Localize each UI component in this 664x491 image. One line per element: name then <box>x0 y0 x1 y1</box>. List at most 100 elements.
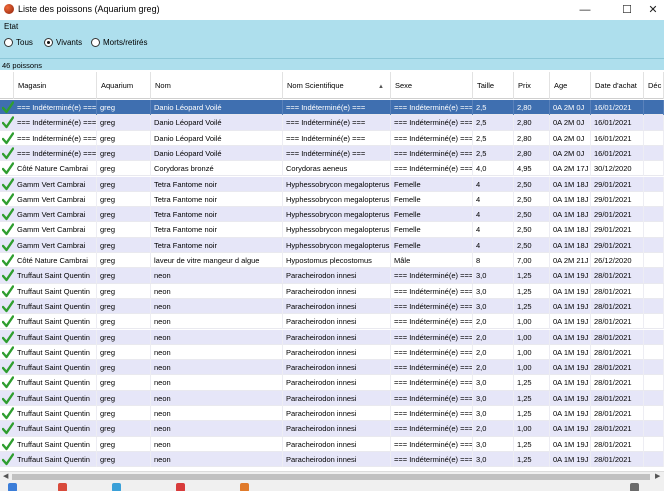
table-row[interactable]: Truffaut Saint Quentin greg neon Paracheiro… <box>0 375 664 391</box>
table-cell: greg <box>97 436 151 452</box>
column-header[interactable]: Magasin <box>14 72 97 99</box>
table-cell: 0A 2M 21J <box>550 253 591 268</box>
table-cell: 1,00 <box>514 329 550 345</box>
table-row[interactable]: === Indéterminé(e) === greg Danio Léopard … <box>0 145 664 162</box>
table-row[interactable]: Côté Nature Cambrai greg Corydoras bronzé C… <box>0 161 664 177</box>
move-button[interactable] <box>240 483 249 491</box>
table-cell: greg <box>97 298 151 314</box>
table-row[interactable]: Truffaut Saint Quentin greg neon Paracheiro… <box>0 329 664 345</box>
column-header-label: Prix <box>518 81 531 90</box>
alive-checkmark-icon <box>2 254 14 267</box>
table-row[interactable]: Gamm Vert Cambrai greg Tetra Fantome noir H… <box>0 191 664 208</box>
table-cell <box>644 421 664 437</box>
column-header[interactable]: Déc <box>644 72 664 99</box>
table-row[interactable]: Truffaut Saint Quentin greg neon Paracheiro… <box>0 421 664 437</box>
table-row[interactable]: Truffaut Saint Quentin greg neon Paracheiro… <box>0 298 664 315</box>
table-cell: 0A 1M 19J <box>550 436 591 452</box>
table-cell: 3,0 <box>473 283 514 299</box>
table-cell: 0A 1M 19J <box>550 268 591 284</box>
table-cell: Truffaut Saint Quentin <box>14 436 97 452</box>
table-cell: Gamm Vert Cambrai <box>14 222 97 238</box>
table-cell: 28/01/2021 <box>591 360 644 376</box>
table-cell: Corydoras bronzé <box>151 161 283 177</box>
table-cell: greg <box>97 268 151 284</box>
table-cell: 1,25 <box>514 283 550 299</box>
add-button[interactable] <box>8 483 17 491</box>
table-cell <box>644 436 664 452</box>
horizontal-scrollbar[interactable]: ◀ ▶ <box>0 471 664 481</box>
table-cell: 2,80 <box>514 130 550 146</box>
scrollbar-thumb[interactable] <box>12 474 650 480</box>
table-cell: 0A 1M 19J <box>550 298 591 314</box>
table-row[interactable]: Truffaut Saint Quentin greg neon Paracheiro… <box>0 390 664 406</box>
table-cell: Paracheirodon innesi <box>283 375 391 391</box>
table-row[interactable]: === Indéterminé(e) === greg Danio Léopard … <box>0 100 664 116</box>
table-cell: 28/01/2021 <box>591 298 644 314</box>
alive-checkmark-icon <box>2 407 14 420</box>
print-button[interactable] <box>630 483 639 491</box>
table-cell: 28/01/2021 <box>591 375 644 391</box>
details-button[interactable] <box>112 483 121 491</box>
table-cell: === Indéterminé(e) === <box>14 130 97 146</box>
delete-button[interactable] <box>176 483 185 491</box>
radio-vivants[interactable]: Vivants <box>44 38 82 47</box>
table-row[interactable]: Gamm Vert Cambrai greg Tetra Fantome noir H… <box>0 237 664 253</box>
table-cell: greg <box>97 375 151 391</box>
table-row[interactable]: Truffaut Saint Quentin greg neon Paracheiro… <box>0 360 664 376</box>
table-cell: 0A 2M 0J <box>550 145 591 161</box>
alive-checkmark-icon <box>2 437 14 450</box>
table-cell <box>644 375 664 391</box>
edit-button[interactable] <box>58 483 67 491</box>
table-cell: 0A 1M 19J <box>550 283 591 299</box>
header-status-column[interactable] <box>0 72 14 99</box>
table-row[interactable]: === Indéterminé(e) === greg Danio Léopard … <box>0 130 664 146</box>
radio-morts-retires[interactable]: Morts/retirés <box>91 38 147 47</box>
column-header[interactable]: Nom Scientifique ▲ <box>283 72 391 99</box>
table-row[interactable]: Côté Nature Cambrai greg laveur de vitre m… <box>0 253 664 269</box>
edit-icon <box>58 483 67 491</box>
column-header[interactable]: Date d'achat <box>591 72 644 99</box>
table-cell: 3,0 <box>473 268 514 284</box>
fish-app-icon <box>4 4 14 14</box>
table-row[interactable]: === Indéterminé(e) === greg Danio Léopard … <box>0 115 664 131</box>
table-cell: Truffaut Saint Quentin <box>14 421 97 437</box>
table-cell: === Indéterminé(e) === <box>391 268 473 284</box>
table-row[interactable]: Truffaut Saint Quentin greg neon Paracheiro… <box>0 314 664 330</box>
column-header[interactable]: Aquarium <box>97 72 151 99</box>
table-row[interactable]: Truffaut Saint Quentin greg neon Paracheiro… <box>0 451 664 468</box>
table-row[interactable]: Gamm Vert Cambrai greg Tetra Fantome noir H… <box>0 207 664 223</box>
table-row[interactable]: Truffaut Saint Quentin greg neon Paracheiro… <box>0 344 664 361</box>
table-row[interactable]: Gamm Vert Cambrai greg Tetra Fantome noir H… <box>0 222 664 238</box>
column-header[interactable]: Prix <box>514 72 550 99</box>
table-cell: === Indéterminé(e) === <box>283 145 391 161</box>
table-cell: 0A 1M 18J <box>550 191 591 207</box>
minimize-button[interactable]: — <box>570 0 600 20</box>
table-row[interactable]: Gamm Vert Cambrai greg Tetra Fantome noir H… <box>0 176 664 192</box>
column-header[interactable]: Age <box>550 72 591 99</box>
table-row[interactable]: Truffaut Saint Quentin greg neon Paracheiro… <box>0 436 664 452</box>
table-row[interactable]: Truffaut Saint Quentin greg neon Paracheiro… <box>0 268 664 284</box>
table-cell: 0A 1M 19J <box>550 344 591 360</box>
table-cell: === Indéterminé(e) === <box>14 115 97 131</box>
table-cell: 2,80 <box>514 145 550 161</box>
table-cell: 3,0 <box>473 406 514 421</box>
table-cell: 0A 2M 17J <box>550 161 591 177</box>
column-header[interactable]: Taille <box>473 72 514 99</box>
close-button[interactable]: ✕ <box>638 0 664 20</box>
table-cell: Côté Nature Cambrai <box>14 253 97 268</box>
column-header[interactable]: Sexe <box>391 72 473 99</box>
table-cell: 3,0 <box>473 436 514 452</box>
table-cell: 2,5 <box>473 115 514 131</box>
table-cell: Hyphessobrycon megalopterus <box>283 222 391 238</box>
table-cell: 28/01/2021 <box>591 406 644 421</box>
table-cell: neon <box>151 436 283 452</box>
table-cell: greg <box>97 314 151 330</box>
fish-table[interactable]: Magasin Aquarium Nom Nom Scientifique ▲ Sexe T… <box>0 72 664 471</box>
table-cell: Paracheirodon innesi <box>283 390 391 406</box>
column-header[interactable]: Nom <box>151 72 283 99</box>
table-row[interactable]: Truffaut Saint Quentin greg neon Paracheiro… <box>0 406 664 422</box>
table-row[interactable]: Truffaut Saint Quentin greg neon Paracheiro… <box>0 283 664 299</box>
radio-tous[interactable]: Tous <box>4 38 33 47</box>
column-header-label: Nom Scientifique <box>287 81 344 90</box>
state-filter-panel: Etat Tous Vivants Morts/retirés <box>0 20 664 58</box>
